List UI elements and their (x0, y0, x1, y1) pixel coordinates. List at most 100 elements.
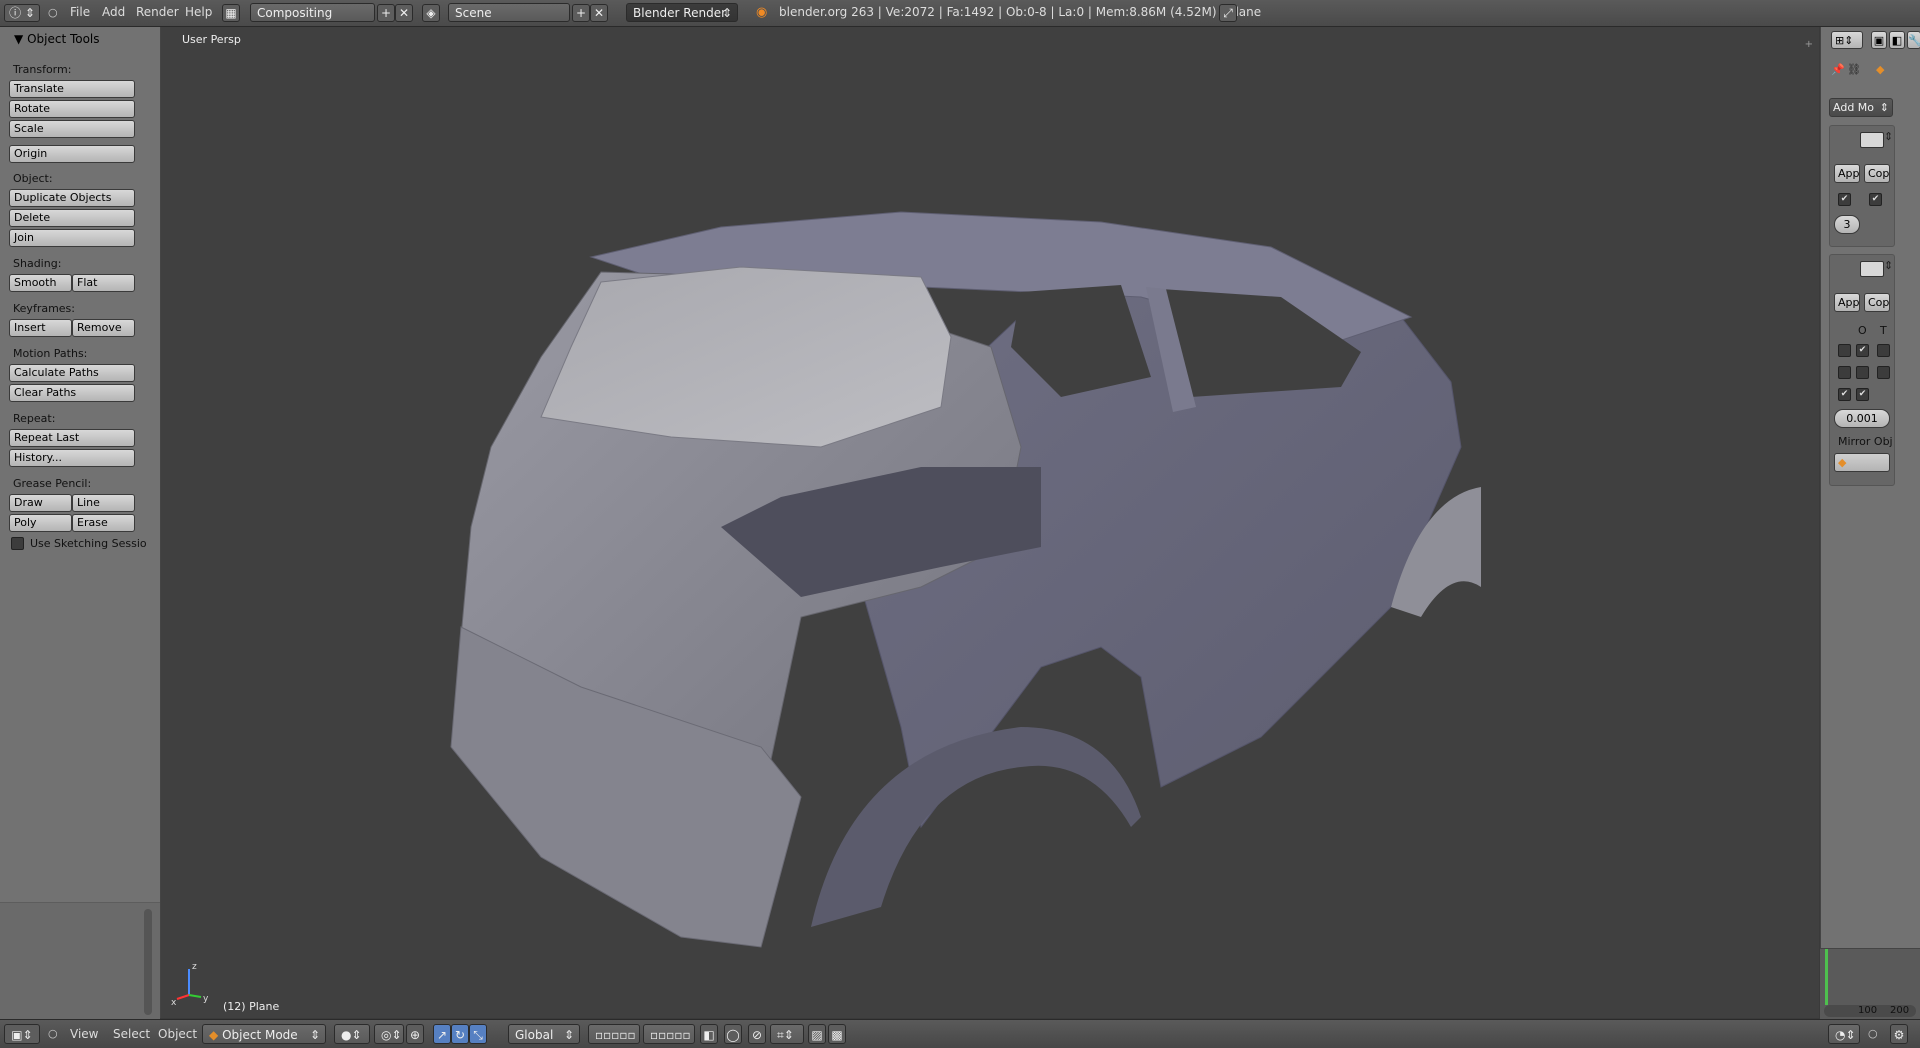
modifier-2-move-icon[interactable]: ⇕ (1884, 259, 1893, 272)
object-cube-icon: ◆ (1876, 63, 1885, 76)
apply-modifier-2-button[interactable]: Appl (1834, 293, 1860, 312)
layers-row-1[interactable]: ▫▫▫▫▫ (588, 1024, 640, 1044)
rotate-button[interactable]: Rotate (9, 100, 135, 118)
pin-icon[interactable]: 📌 (1831, 63, 1845, 76)
copy-modifier-1-button[interactable]: Cop (1864, 164, 1890, 183)
lock-layers-icon[interactable]: ◧ (700, 1024, 718, 1044)
redo-panel-scrollbar[interactable] (144, 909, 152, 1015)
merge-checkbox[interactable] (1877, 344, 1890, 357)
mirror-v-checkbox[interactable] (1856, 366, 1869, 379)
timeline-editor-type-button[interactable]: ◔⇕ (1828, 1024, 1860, 1044)
timeline-editor[interactable]: 100 200 (1820, 948, 1920, 1019)
delete-scene-button[interactable]: ✕ (590, 4, 608, 22)
add-modifier-dropdown[interactable]: Add Mo ⇕ (1829, 98, 1893, 117)
grease-draw-button[interactable]: Draw (9, 494, 72, 512)
delete-screen-button[interactable]: ✕ (395, 4, 413, 22)
modifier-1-move-icon[interactable]: ⇕ (1884, 130, 1893, 143)
grease-erase-button[interactable]: Erase (72, 514, 135, 532)
insert-keyframe-button[interactable]: Insert (9, 319, 72, 337)
scene-icon[interactable]: ◈ (422, 4, 440, 22)
add-screen-button[interactable]: + (377, 4, 395, 22)
history-button[interactable]: History... (9, 449, 135, 467)
current-frame-marker[interactable] (1825, 949, 1828, 1005)
axis-x-checkbox[interactable] (1838, 344, 1851, 357)
viewport-shading-dropdown[interactable]: ●⇕ (334, 1024, 370, 1044)
menu-help[interactable]: Help (185, 3, 212, 22)
render-engine-label: Blender Render (633, 6, 727, 20)
grease-poly-button[interactable]: Poly (9, 514, 72, 532)
collapse-menus-icon[interactable]: ○ (48, 3, 58, 22)
translate-button[interactable]: Translate (9, 80, 135, 98)
properties-editor-type-button[interactable]: ⊞⇕ (1831, 31, 1863, 49)
pivot-point-dropdown[interactable]: ◎⇕ (374, 1024, 404, 1044)
menu-file[interactable]: File (70, 3, 90, 22)
menu-view[interactable]: View (70, 1024, 98, 1044)
modifier-1-checkbox-a[interactable]: ✔ (1838, 193, 1851, 206)
modifier-1-checkbox-b[interactable]: ✔ (1869, 193, 1882, 206)
translate-manipulator-icon[interactable]: ↗ (433, 1024, 451, 1044)
clear-paths-button[interactable]: Clear Paths (9, 384, 135, 402)
rotate-manipulator-icon[interactable]: ↻ (451, 1024, 469, 1044)
merge-limit-field[interactable]: 0.001 (1834, 409, 1890, 428)
origin-button[interactable]: Origin (9, 145, 135, 163)
manipulator-toggle-icon[interactable]: ⊕ (406, 1024, 424, 1044)
modifier-context-icon[interactable]: 🔧 (1907, 31, 1920, 49)
subdivision-levels-field[interactable]: 3 (1834, 215, 1860, 234)
scale-button[interactable]: Scale (9, 120, 135, 138)
scene-field[interactable]: Scene (448, 3, 570, 22)
grease-line-button[interactable]: Line (72, 494, 135, 512)
calculate-paths-button[interactable]: Calculate Paths (9, 364, 135, 382)
duplicate-objects-button[interactable]: Duplicate Objects (9, 189, 135, 207)
render-opengl-icon[interactable]: ▨ (808, 1024, 826, 1044)
mirror-u-checkbox[interactable]: ✔ (1856, 344, 1869, 357)
menu-object[interactable]: Object (158, 1024, 197, 1044)
column-t-label: T (1880, 324, 1887, 337)
3d-viewport[interactable]: User Persp z x y (12) Plane + (161, 27, 1819, 1018)
modifier-1-icon[interactable] (1860, 132, 1884, 148)
use-sketching-label: Use Sketching Sessio (30, 537, 147, 550)
snap-toggle-icon[interactable]: ⊘ (748, 1024, 766, 1044)
object-tools-title: Object Tools (27, 32, 100, 46)
info-editor-type-button[interactable]: ⓘ ⇕ (4, 4, 40, 22)
screen-layout-field[interactable]: Compositing (250, 3, 375, 22)
object-context-icon[interactable]: ◧ (1889, 31, 1905, 49)
menu-render[interactable]: Render (136, 3, 179, 22)
playback-icon[interactable]: ⚙ (1890, 1024, 1908, 1044)
copy-modifier-2-button[interactable]: Cop (1864, 293, 1890, 312)
axis-z-checkbox[interactable]: ✔ (1838, 388, 1851, 401)
axis-y-checkbox[interactable] (1838, 366, 1851, 379)
collapse-timeline-menu-icon[interactable]: ○ (1868, 1024, 1878, 1044)
transform-orientation-dropdown[interactable]: Global ⇕ (508, 1024, 580, 1044)
add-scene-button[interactable]: + (572, 4, 590, 22)
smooth-button[interactable]: Smooth (9, 274, 72, 292)
remove-keyframe-button[interactable]: Remove (72, 319, 135, 337)
modifier-2-icon[interactable] (1860, 261, 1884, 277)
proportional-editing-icon[interactable]: ◯ (724, 1024, 742, 1044)
rear-wheel-arch (811, 727, 1141, 927)
menu-add[interactable]: Add (102, 3, 125, 22)
clipping-checkbox[interactable] (1877, 366, 1890, 379)
editor-type-button[interactable]: ▣⇕ (4, 1024, 40, 1044)
flat-button[interactable]: Flat (72, 274, 135, 292)
layers-row-2[interactable]: ▫▫▫▫▫ (643, 1024, 695, 1044)
render-context-icon[interactable]: ▣ (1871, 31, 1887, 49)
apply-modifier-1-button[interactable]: Appl (1834, 164, 1860, 183)
menu-select[interactable]: Select (113, 1024, 150, 1044)
render-animation-icon[interactable]: ▩ (828, 1024, 846, 1044)
repeat-last-button[interactable]: Repeat Last (9, 429, 135, 447)
delete-button[interactable]: Delete (9, 209, 135, 227)
use-sketching-checkbox[interactable] (11, 537, 24, 550)
scale-manipulator-icon[interactable]: ⤡ (469, 1024, 487, 1044)
fullscreen-toggle-icon[interactable]: ⤢ (1219, 4, 1237, 22)
mirror-object-field[interactable]: ◆ (1834, 453, 1890, 472)
render-engine-dropdown[interactable]: Blender Render ⇕ (626, 3, 738, 22)
screen-layout-icon[interactable]: ▦ (222, 4, 240, 22)
interaction-mode-dropdown[interactable]: ◆ Object Mode ⇕ (202, 1024, 326, 1044)
collapse-menus-icon[interactable]: ○ (48, 1024, 58, 1044)
vertex-groups-checkbox[interactable]: ✔ (1856, 388, 1869, 401)
properties-region-toggle-icon[interactable]: + (1805, 39, 1813, 50)
object-tools-header[interactable]: ▼ Object Tools (14, 32, 100, 46)
join-button[interactable]: Join (9, 229, 135, 247)
modifier-panel-1: ⇕ Appl Cop ✔ ✔ 3 (1829, 125, 1895, 247)
snap-element-dropdown[interactable]: ⌗⇕ (770, 1024, 804, 1044)
